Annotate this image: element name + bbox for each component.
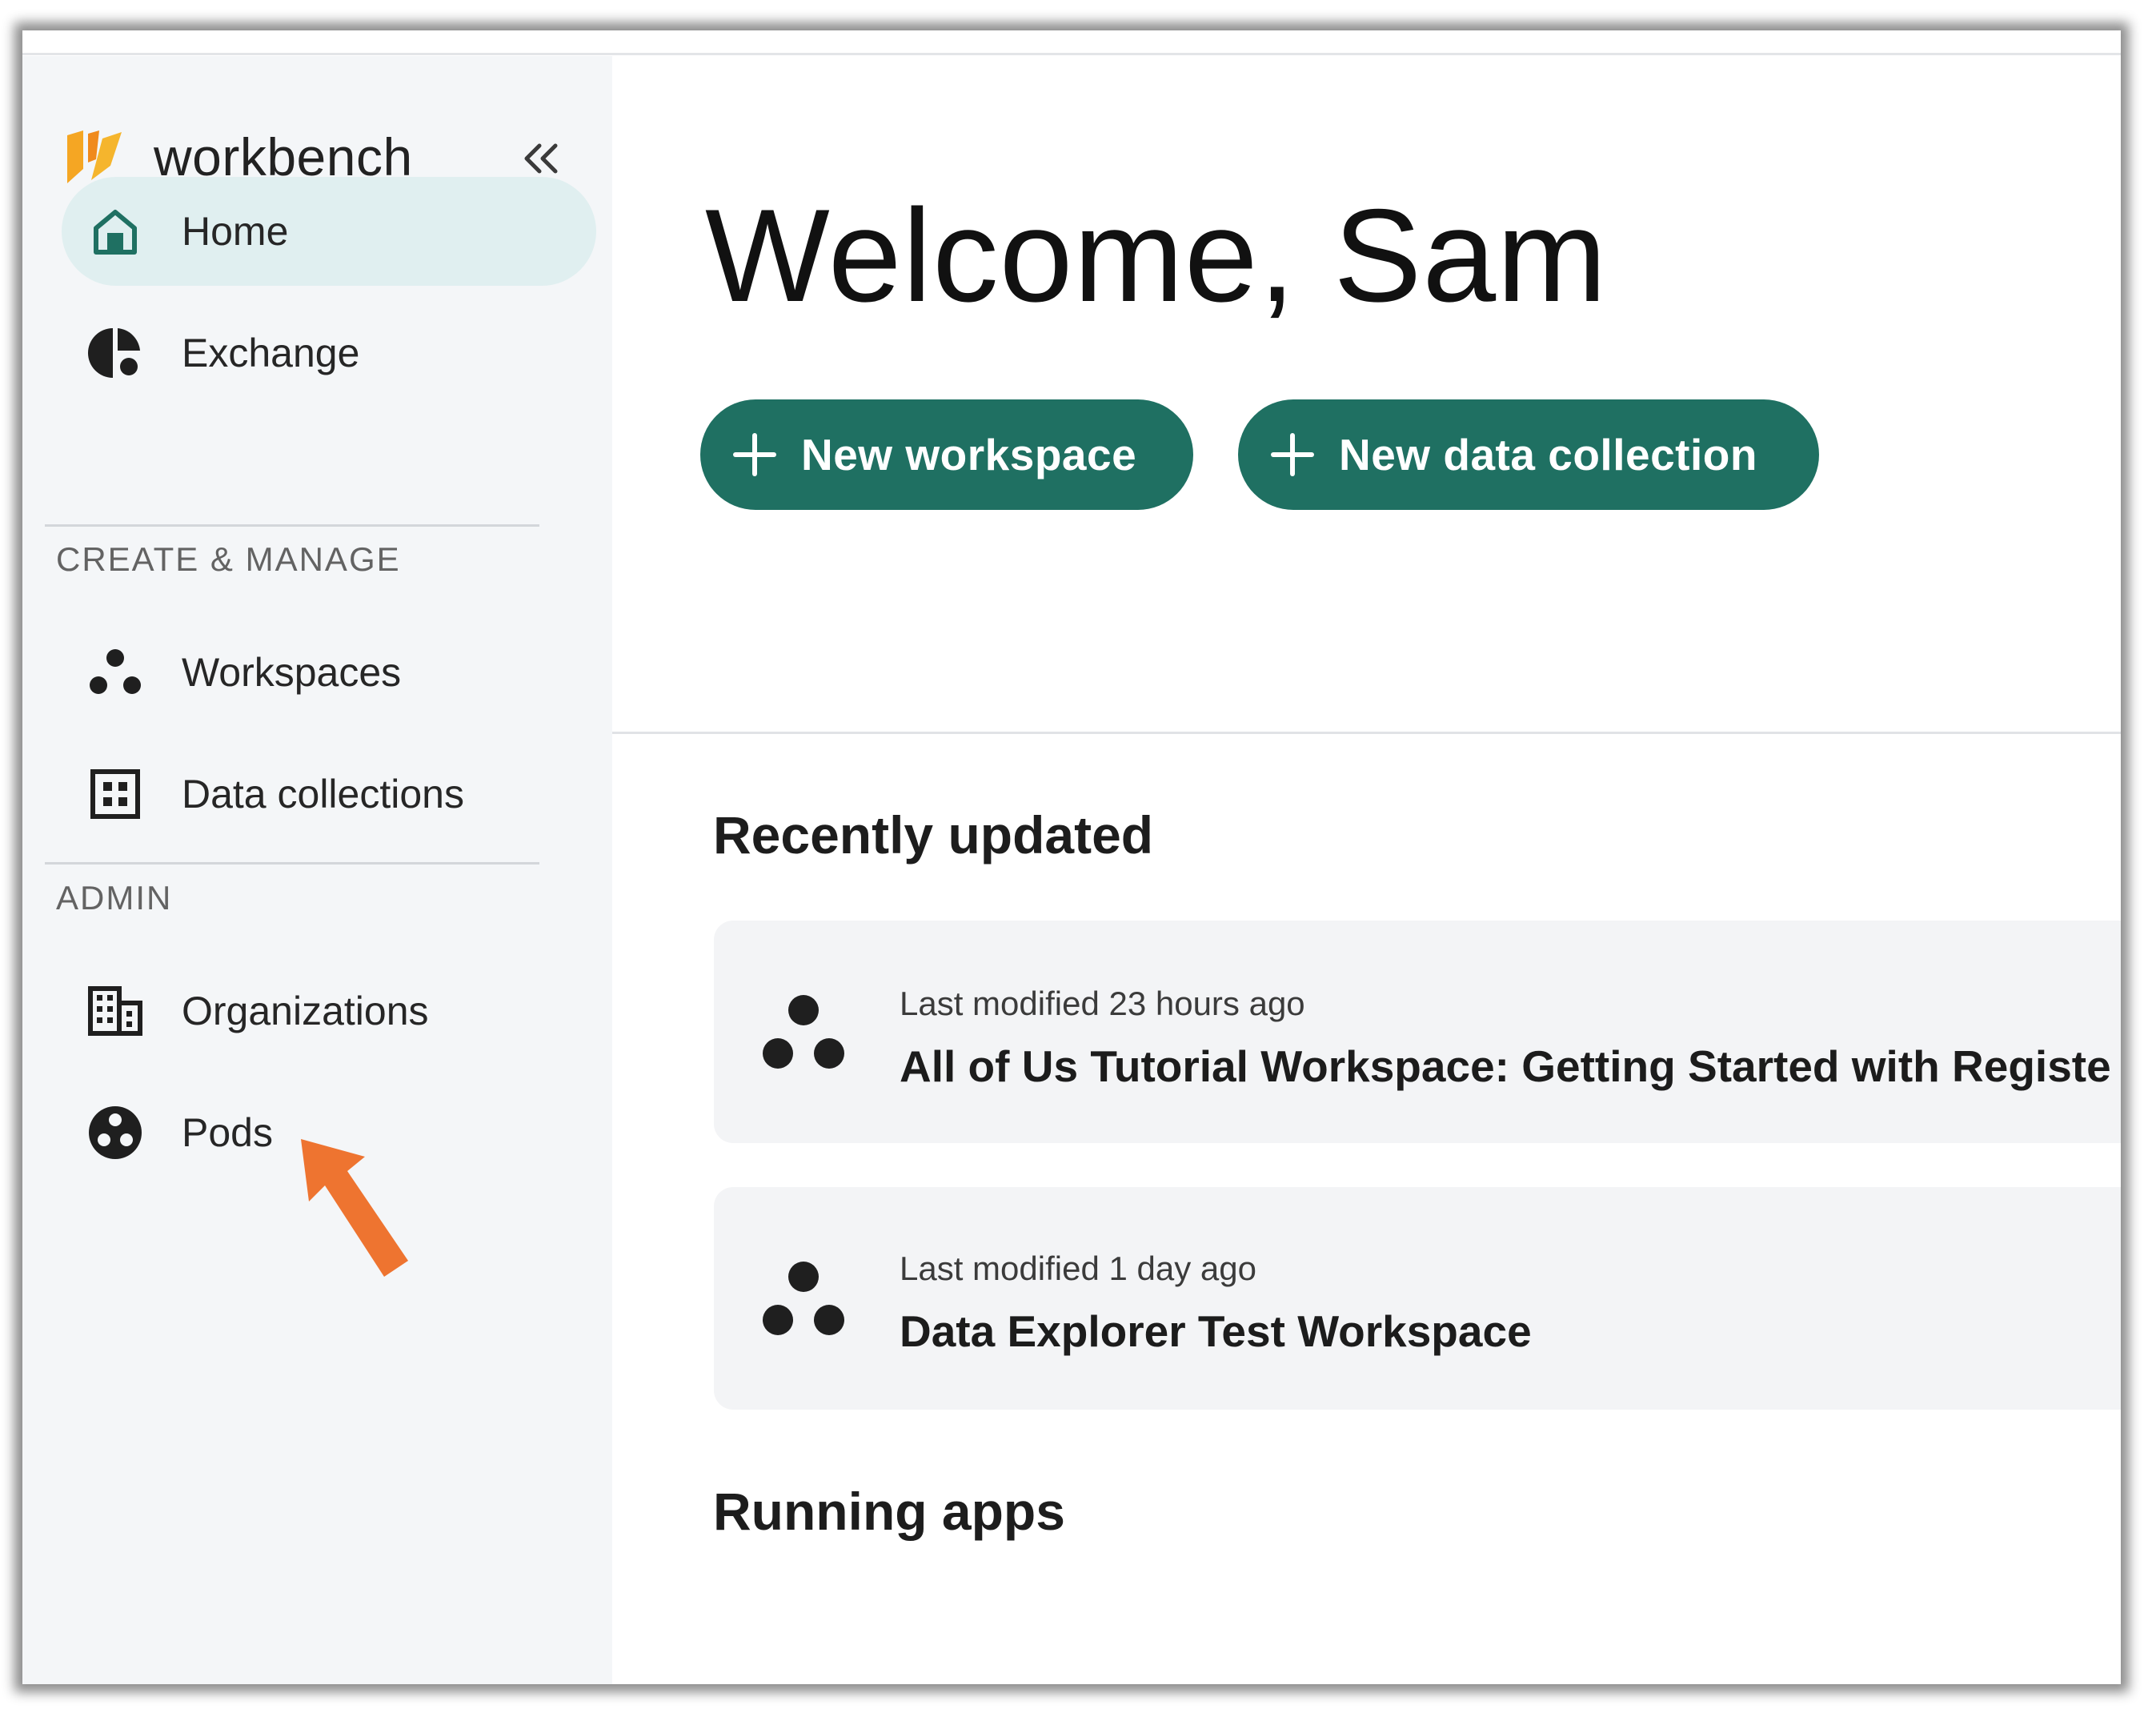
workspace-card[interactable]: Last modified 23 hours ago All of Us Tut…: [714, 921, 2121, 1143]
card-title: All of Us Tutorial Workspace: Getting St…: [900, 1041, 2111, 1091]
new-workspace-button[interactable]: New workspace: [700, 399, 1193, 510]
sidebar-divider: [45, 862, 539, 865]
sidebar-item-exchange[interactable]: Exchange: [62, 299, 596, 407]
home-icon: [86, 202, 145, 261]
plus-icon: [1271, 433, 1314, 476]
top-border: [22, 53, 2121, 55]
sidebar-item-organizations[interactable]: Organizations: [62, 957, 596, 1065]
exchange-icon: [86, 323, 145, 383]
page-title: Welcome, Sam: [705, 182, 1608, 329]
new-data-collection-label: New data collection: [1339, 430, 1757, 479]
sidebar-item-label: Data collections: [182, 772, 464, 816]
sidebar-item-label: Home: [182, 209, 289, 254]
workspaces-icon: [86, 643, 145, 702]
card-last-modified: Last modified 1 day ago: [900, 1250, 1256, 1287]
main-content: Welcome, Sam New workspace New data coll…: [612, 56, 2121, 1684]
running-apps-heading: Running apps: [713, 1482, 1065, 1541]
new-data-collection-button[interactable]: New data collection: [1238, 399, 1819, 510]
card-title: Data Explorer Test Workspace: [900, 1306, 1532, 1356]
sidebar-item-label: Workspaces: [182, 650, 402, 695]
sidebar-item-label: Pods: [182, 1110, 273, 1155]
workspace-card[interactable]: Last modified 1 day ago Data Explorer Te…: [714, 1187, 2121, 1410]
section-divider: [612, 732, 2121, 734]
sidebar-item-label: Organizations: [182, 989, 429, 1033]
sidebar: workbench Home Exchange CREATE & MANAGE …: [22, 56, 612, 1684]
workspaces-icon: [763, 1262, 844, 1335]
organizations-icon: [86, 981, 145, 1041]
data-collections-icon: [86, 764, 145, 824]
sidebar-item-workspaces[interactable]: Workspaces: [62, 618, 596, 727]
plus-icon: [733, 433, 776, 476]
collapse-sidebar-icon[interactable]: [517, 134, 565, 183]
annotation-arrow-icon: [301, 1139, 408, 1277]
app-window: workbench Home Exchange CREATE & MANAGE …: [22, 30, 2121, 1684]
sidebar-divider: [45, 524, 539, 527]
section-label-admin: ADMIN: [56, 879, 173, 917]
pods-icon: [86, 1103, 145, 1162]
new-workspace-label: New workspace: [801, 430, 1137, 479]
sidebar-item-label: Exchange: [182, 331, 360, 375]
sidebar-item-data-collections[interactable]: Data collections: [62, 740, 596, 848]
workspaces-icon: [763, 995, 844, 1069]
section-label-create-manage: CREATE & MANAGE: [56, 540, 401, 578]
sidebar-item-home[interactable]: Home: [62, 177, 596, 286]
card-last-modified: Last modified 23 hours ago: [900, 985, 1305, 1022]
recently-updated-heading: Recently updated: [713, 805, 1154, 865]
